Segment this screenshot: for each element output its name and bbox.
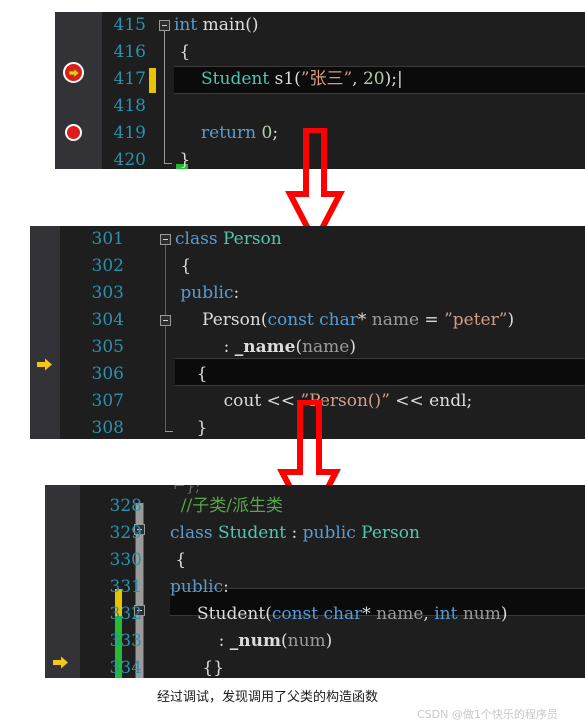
current-statement-icon — [63, 62, 84, 83]
line-text: : _name(name) — [175, 337, 356, 357]
line-number: 419 — [113, 123, 146, 143]
code-line[interactable]: 416 { — [102, 39, 585, 66]
line-number: 303 — [91, 283, 124, 303]
code-line[interactable]: 418 — [102, 93, 585, 120]
line-number: 420 — [113, 150, 146, 169]
code-line[interactable]: 306 { — [60, 361, 585, 388]
code-line[interactable]: 302 { — [60, 253, 585, 280]
line-number: 305 — [91, 337, 124, 357]
line-number: 332 — [109, 604, 142, 624]
current-frame-icon — [36, 357, 53, 372]
line-text: } — [175, 418, 208, 438]
line-text: public: — [175, 283, 240, 303]
line-number: 308 — [91, 418, 124, 438]
code-line[interactable]: 333 : _num(num) — [80, 628, 585, 655]
line-text: } — [174, 150, 191, 169]
line-number: 301 — [91, 229, 124, 249]
line-text: Student s1(”张三”, 20);| — [201, 69, 403, 89]
code-line[interactable]: 305 : _name(name) — [60, 334, 585, 361]
line-text: return 0; — [201, 123, 279, 143]
line-number: 333 — [109, 631, 142, 651]
code-line[interactable]: 331 public: — [80, 574, 585, 601]
line-text: { — [170, 550, 187, 570]
line-text: { — [175, 256, 192, 276]
line-text: int main() — [174, 15, 259, 35]
indicator-margin-main[interactable] — [55, 12, 102, 169]
line-number: 334 — [109, 658, 142, 678]
code-line[interactable]: 330 { — [80, 547, 585, 574]
line-number: 302 — [91, 256, 124, 276]
code-line[interactable]: 303 public: — [60, 280, 585, 307]
code-line[interactable]: 415 int main() — [102, 12, 585, 39]
line-text: { — [174, 42, 191, 62]
line-number: 417 — [113, 69, 146, 89]
line-text: class Person — [175, 229, 282, 249]
line-number: 416 — [113, 42, 146, 62]
line-number: 328 — [109, 496, 142, 516]
line-number: 330 — [109, 550, 142, 570]
indicator-margin-person[interactable] — [30, 226, 60, 439]
indicator-margin-student[interactable] — [45, 485, 80, 678]
code-line[interactable]: 304 Person(const char* name = ”peter”) — [60, 307, 585, 334]
code-line[interactable]: 328 //子类/派生类 — [80, 493, 585, 520]
line-number: 329 — [109, 523, 142, 543]
current-frame-icon — [52, 655, 69, 670]
line-text: public: — [170, 577, 229, 597]
code-line[interactable]: 329 class Student : public Person — [80, 520, 585, 547]
breakpoint-icon[interactable] — [65, 124, 82, 141]
csdn-watermark: CSDN @做1个快乐的程序员 — [417, 708, 558, 721]
code-content-student[interactable]: ⌐}; 328 //子类/派生类 329 class Student : pub… — [80, 485, 585, 678]
line-number: 307 — [91, 391, 124, 411]
code-line[interactable]: 334 {} — [80, 655, 585, 678]
line-text: Student(const char* name, int num) — [197, 604, 508, 624]
line-text: : _num(num) — [170, 631, 333, 651]
code-panel-student[interactable]: ⌐}; 328 //子类/派生类 329 class Student : pub… — [45, 485, 585, 678]
line-number: 306 — [91, 364, 124, 384]
line-text: { — [175, 364, 208, 384]
line-number: 418 — [113, 96, 146, 116]
code-line[interactable]: 332 Student(const char* name, int num) — [80, 601, 585, 628]
line-number: 331 — [109, 577, 142, 597]
code-line[interactable]: 417 Student s1(”张三”, 20);| — [102, 66, 585, 93]
line-text: Person(const char* name = ”peter”) — [202, 310, 515, 330]
code-line[interactable]: 301 class Person — [60, 226, 585, 253]
caption-text: 经过调试，发现调用了父类的构造函数 — [157, 690, 379, 705]
line-text: class Student : public Person — [170, 523, 420, 543]
line-number: 304 — [91, 310, 124, 330]
line-text: //子类/派生类 — [170, 496, 283, 516]
line-number: 415 — [113, 15, 146, 35]
line-text: {} — [170, 658, 225, 678]
